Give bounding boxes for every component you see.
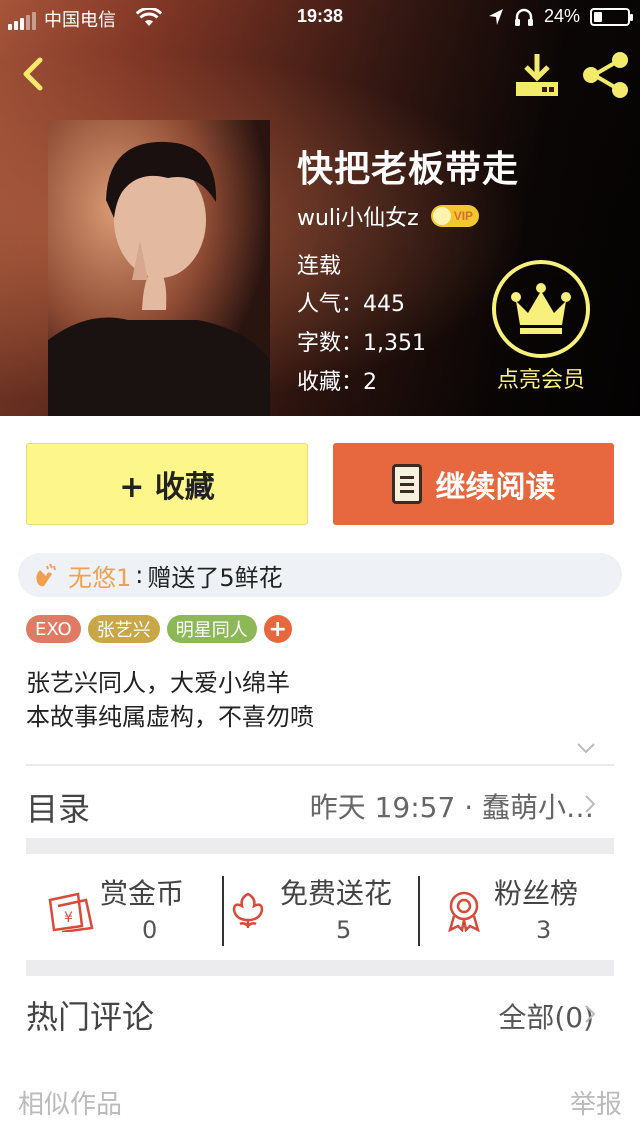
tag-zhang-yixing[interactable]: 张艺兴 [87, 615, 160, 643]
location-icon [488, 8, 503, 25]
red-envelope-icon: ¥ [48, 892, 94, 932]
continue-reading-label: 继续阅读 [435, 470, 556, 505]
fan-ranking-value: 3 [536, 916, 552, 944]
tag-celebrity-fanfic[interactable]: 明星同人 [166, 615, 257, 643]
vip-label: VIP [453, 209, 474, 223]
reward-coins[interactable]: ¥ 赏金币 0 [26, 868, 222, 964]
battery-icon [590, 7, 633, 26]
free-flowers-label: 免费送花 [280, 877, 393, 910]
book-title: 快把老板带走 [297, 149, 520, 190]
favorite-label: + 收藏 [119, 470, 215, 505]
flower-icon [232, 892, 264, 928]
svg-text:¥: ¥ [64, 910, 73, 926]
vip-crown-icon [432, 207, 451, 225]
book-header: 中国电信 19:38 24% 快把老板带走 wuli小仙女z VIP 连载 人气… [0, 0, 640, 416]
book-cover-image[interactable] [48, 120, 270, 416]
expand-description-icon[interactable] [576, 742, 596, 754]
book-status: 连载 [297, 254, 342, 279]
similar-works-title: 相似作品 [18, 1090, 123, 1120]
divider [26, 764, 614, 766]
fan-ranking-label: 粉丝榜 [494, 877, 579, 910]
cover-portrait [48, 120, 270, 416]
add-tag-button[interactable]: + [263, 615, 292, 643]
author-name[interactable]: wuli小仙女z [297, 200, 419, 232]
book-icon [391, 464, 422, 504]
gift-message: 赠送了5鲜花 [147, 563, 283, 592]
download-button[interactable] [512, 52, 562, 98]
medal-icon [448, 891, 480, 932]
crown-icon [511, 283, 571, 334]
all-comments-link[interactable]: 全部(0) [498, 996, 594, 1036]
free-flowers-value: 5 [336, 916, 352, 944]
section-divider [26, 838, 614, 854]
member-button[interactable]: 点亮会员 [486, 260, 596, 394]
vip-badge: VIP [430, 205, 480, 227]
gift-notice[interactable]: 无悠1 : 赠送了5鲜花 [18, 553, 622, 597]
comments-chevron-right-icon [585, 1005, 596, 1023]
battery-percent: 24% [543, 6, 580, 26]
share-button[interactable] [580, 50, 632, 100]
gift-separator: : [135, 561, 144, 589]
book-popularity: 人气：445 [297, 292, 405, 317]
reward-coins-value: 0 [142, 916, 158, 944]
book-favorites: 收藏：2 [297, 370, 377, 395]
status-bar: 中国电信 19:38 24% [0, 0, 640, 36]
reward-stats: ¥ 赏金币 0 免费送花 5 粉丝榜 3 [26, 868, 614, 964]
section-divider [26, 960, 614, 976]
tag-list: EXO 张艺兴 明星同人 + [26, 615, 292, 643]
headphones-icon [514, 8, 533, 26]
toc-chevron-right-icon [585, 795, 596, 813]
hot-comments-title: 热门评论 [26, 998, 155, 1036]
fan-ranking[interactable]: 粉丝榜 3 [420, 868, 614, 964]
back-button[interactable] [12, 52, 56, 96]
toc-latest-chapter[interactable]: 昨天 19:57 · 蠢萌小… [310, 786, 594, 826]
gift-clap-icon [36, 563, 56, 587]
reward-coins-label: 赏金币 [100, 877, 185, 910]
description-line: 张艺兴同人，大爱小绵羊 [26, 669, 290, 697]
report-link[interactable]: 举报 [570, 1084, 622, 1121]
book-detail-body: + 收藏 继续阅读 无悠1 : 赠送了5鲜花 EXO 张艺兴 明星同人 + 张艺… [0, 416, 640, 1139]
tag-exo[interactable]: EXO [26, 615, 81, 643]
toc-label[interactable]: 目录 [26, 784, 90, 830]
member-label: 点亮会员 [496, 368, 585, 393]
favorite-button[interactable]: + 收藏 [26, 443, 308, 525]
book-description: 张艺兴同人，大爱小绵羊 本故事纯属虚构，不喜勿喷 [26, 666, 314, 734]
continue-reading-button[interactable]: 继续阅读 [333, 443, 614, 525]
free-flowers[interactable]: 免费送花 5 [224, 868, 418, 964]
gift-user[interactable]: 无悠1 [68, 558, 131, 593]
book-word-count: 字数：1,351 [297, 331, 426, 356]
description-line: 本故事纯属虚构，不喜勿喷 [26, 703, 314, 731]
